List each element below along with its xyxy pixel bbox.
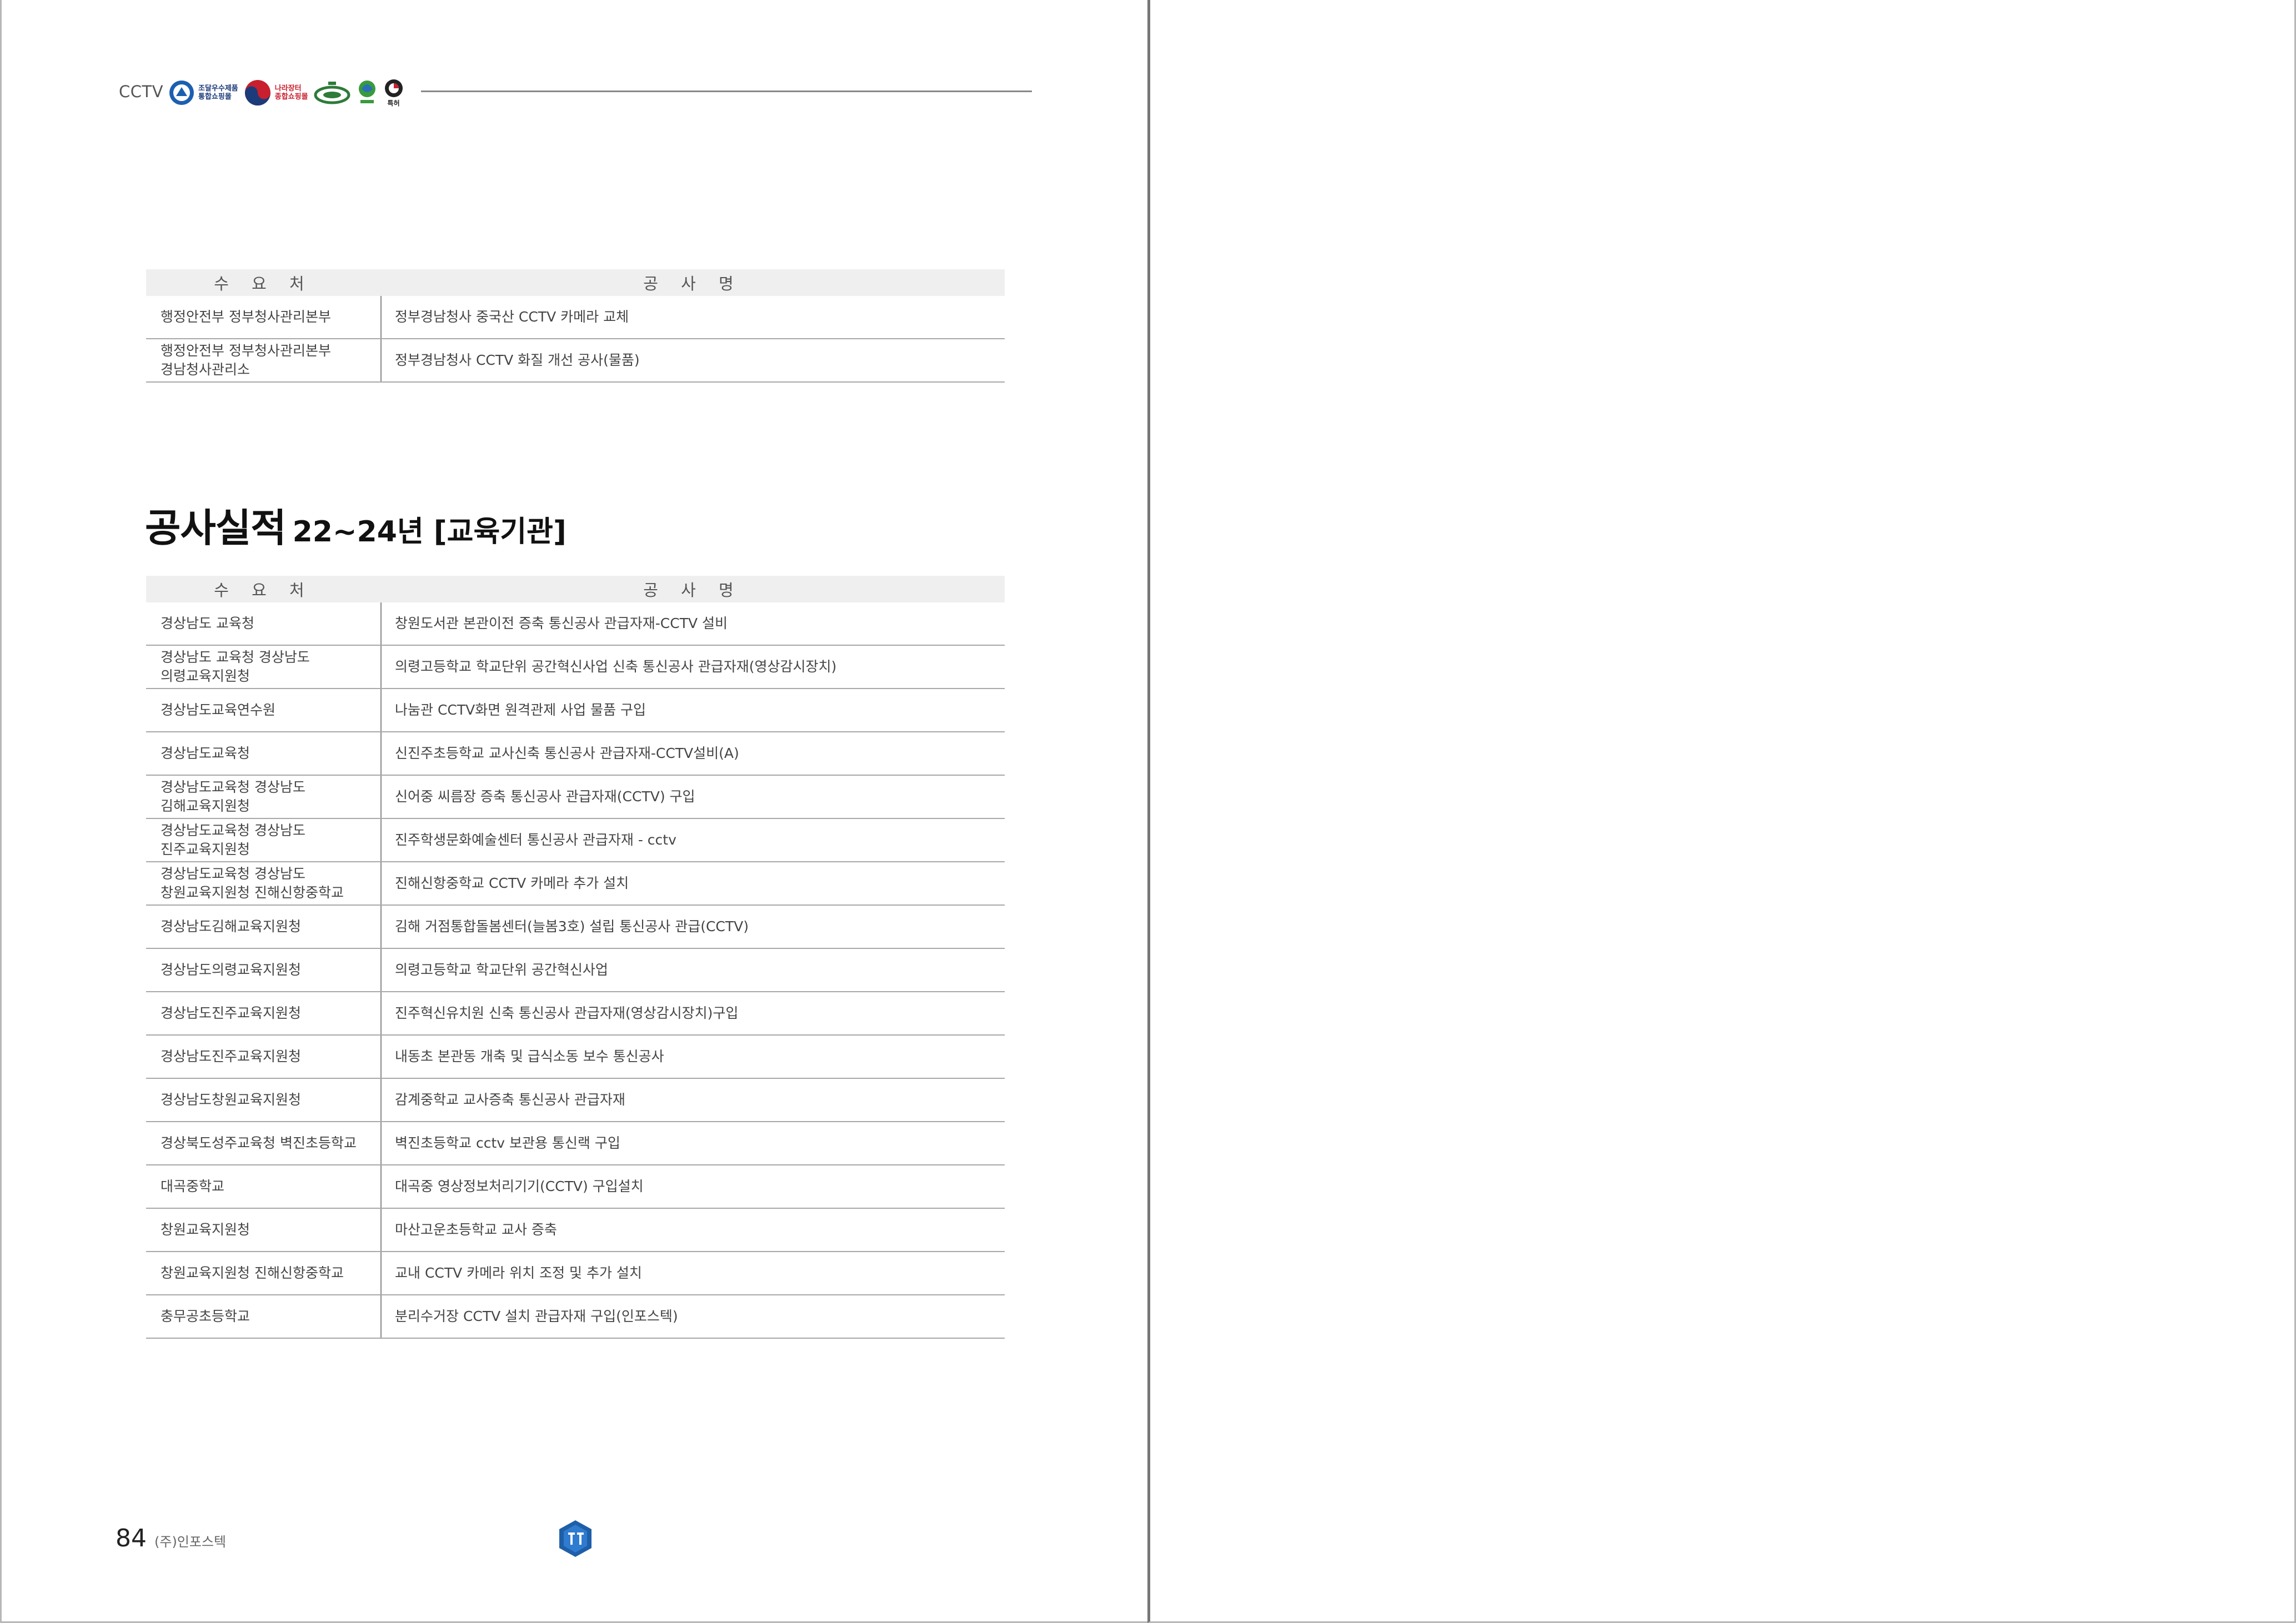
table-row: 창원교육지원청 진해신항중학교 교내 CCTV 카메라 위치 조정 및 추가 설치 xyxy=(146,1252,1005,1295)
table-row: 경상북도성주교육청 벽진초등학교 벽진초등학교 cctv 보관용 통신랙 구입 xyxy=(146,1122,1005,1165)
government-projects-table: 수 요 처 공 사 명 행정안전부 정부청사관리본부 정부경남청사 중국산 CC… xyxy=(146,269,1005,383)
client-cell: 창원교육지원청 xyxy=(146,1208,382,1252)
project-cell: 진주혁신유치원 신축 통신공사 관급자재(영상감시장치)구입 xyxy=(381,992,1005,1036)
project-cell: 마산고운초등학교 교사 증축 xyxy=(381,1208,1005,1252)
client-cell: 경상남도창원교육지원청 xyxy=(146,1078,382,1122)
client-cell: 경상남도 교육청 xyxy=(146,602,382,646)
table-header-row: 수 요 처 공 사 명 xyxy=(146,576,1005,602)
client-cell: 경상남도교육연수원 xyxy=(146,689,382,732)
table-row: 경상남도김해교육지원청 김해 거점통합돌봄센터(늘봄3호) 설립 통신공사 관급(… xyxy=(146,905,1005,949)
logo-line: 나라장터 xyxy=(274,84,302,93)
project-cell: 창원도서관 본관이전 증축 통신공사 관급자재-CCTV 설비 xyxy=(381,602,1005,646)
project-cell: 감계중학교 교사증축 통신공사 관급자재 xyxy=(381,1078,1005,1122)
table-row: 경상남도창원교육지원청 감계중학교 교사증축 통신공사 관급자재 xyxy=(146,1078,1005,1122)
table-header-row: 수 요 처 공 사 명 xyxy=(146,269,1005,296)
section-title-main: 공사실적 xyxy=(145,505,287,551)
table-row: 창원교육지원청 마산고운초등학교 교사 증축 xyxy=(146,1208,1005,1252)
taegeuk-icon xyxy=(244,80,270,105)
table-row: 경상남도진주교육지원청 진주혁신유치원 신축 통신공사 관급자재(영상감시장치)구… xyxy=(146,992,1005,1036)
procurement-excellence-logo: 조달우수제품 통합쇼핑몰 xyxy=(168,79,238,106)
project-cell: 나눔관 CCTV화면 원격관제 사업 물품 구입 xyxy=(381,689,1005,732)
project-cell: 정부경남청사 중국산 CCTV 카메라 교체 xyxy=(381,296,1005,339)
project-cell: 의령고등학교 학교단위 공간혁신사업 신축 통신공사 관급자재(영상감시장치) xyxy=(381,645,1005,689)
left-page: CCTV 조달우수제품 통합쇼핑몰 나라장터 종합쇼핑몰 특허 수 요 처 공 … xyxy=(0,0,1147,1623)
table-row: 경상남도의령교육지원청 의령고등학교 학교단위 공간혁신사업 xyxy=(146,948,1005,992)
eco-label-icon xyxy=(358,81,375,103)
section-title-sub: 22~24년 [교육기관] xyxy=(292,515,567,549)
logo-line: 통합쇼핑몰 xyxy=(198,93,232,101)
project-cell: 대곡중 영상정보처리기기(CCTV) 구입설치 xyxy=(381,1165,1005,1209)
company-name: (주)인포스텍 xyxy=(154,1534,227,1550)
client-cell: 경상남도김해교육지원청 xyxy=(146,905,382,949)
certification-logos: 조달우수제품 통합쇼핑몰 나라장터 종합쇼핑몰 특허 xyxy=(168,75,404,110)
client-cell: 행정안전부 정부청사관리본부 경남청사관리소 xyxy=(146,339,382,383)
header-rule xyxy=(421,91,1032,92)
column-header-client: 수 요 처 xyxy=(146,269,381,296)
client-cell: 충무공초등학교 xyxy=(146,1295,382,1339)
header-label: CCTV xyxy=(119,82,164,101)
table-row: 대곡중학교 대곡중 영상정보처리기기(CCTV) 구입설치 xyxy=(146,1165,1005,1209)
patent-label: 특허 xyxy=(387,99,400,107)
client-cell: 경상남도교육청 경상남도 김해교육지원청 xyxy=(146,775,382,819)
project-cell: 김해 거점통합돌봄센터(늘봄3호) 설립 통신공사 관급(CCTV) xyxy=(381,905,1005,949)
project-cell: 신진주초등학교 교사신축 통신공사 관급자재-CCTV설비(A) xyxy=(381,732,1005,776)
table-row: 경상남도 교육청 창원도서관 본관이전 증축 통신공사 관급자재-CCTV 설비 xyxy=(146,602,1005,646)
project-cell: 내동초 본관동 개축 및 급식소동 보수 통신공사 xyxy=(381,1035,1005,1079)
table-row: 충무공초등학교 분리수거장 CCTV 설치 관급자재 구입(인포스텍) xyxy=(146,1295,1005,1339)
table-row: 행정안전부 정부청사관리본부 경남청사관리소 정부경남청사 CCTV 화질 개선… xyxy=(146,339,1005,383)
section-title: 공사실적 22~24년 [교육기관] xyxy=(145,497,567,553)
client-cell: 대곡중학교 xyxy=(146,1165,382,1209)
client-cell: 경상남도교육청 xyxy=(146,732,382,776)
company-emblem-icon xyxy=(559,1520,591,1557)
excellence-badge-icon xyxy=(169,81,194,105)
project-cell: 분리수거장 CCTV 설치 관급자재 구입(인포스텍) xyxy=(381,1295,1005,1339)
page-number: 84 xyxy=(116,1524,147,1552)
project-cell: 신어중 씨름장 증축 통신공사 관급자재(CCTV) 구입 xyxy=(381,775,1005,819)
project-cell: 정부경남청사 CCTV 화질 개선 공사(물품) xyxy=(381,339,1005,383)
table-row: 경상남도교육청 신진주초등학교 교사신축 통신공사 관급자재-CCTV설비(A) xyxy=(146,732,1005,776)
client-cell: 경상남도진주교육지원청 xyxy=(146,1035,382,1079)
project-cell: 교내 CCTV 카메라 위치 조정 및 추가 설치 xyxy=(381,1252,1005,1295)
right-page-blank xyxy=(1147,0,2296,1623)
table-row: 경상남도진주교육지원청 내동초 본관동 개축 및 급식소동 보수 통신공사 xyxy=(146,1035,1005,1079)
client-cell: 경상북도성주교육청 벽진초등학교 xyxy=(146,1122,382,1165)
client-cell: 경상남도 교육청 경상남도 의령교육지원청 xyxy=(146,645,382,689)
column-header-project: 공 사 명 xyxy=(381,576,1005,602)
table-row: 경상남도교육청 경상남도 김해교육지원청 신어중 씨름장 증축 통신공사 관급자재… xyxy=(146,775,1005,819)
project-cell: 의령고등학교 학교단위 공간혁신사업 xyxy=(381,948,1005,992)
project-cell: 벽진초등학교 cctv 보관용 통신랙 구입 xyxy=(381,1122,1005,1165)
table-row: 행정안전부 정부청사관리본부 정부경남청사 중국산 CCTV 카메라 교체 xyxy=(146,296,1005,339)
table-row: 경상남도교육청 경상남도 창원교육지원청 진해신항중학교 진해신항중학교 CCTV… xyxy=(146,862,1005,906)
green-certification-icon xyxy=(314,82,350,104)
logo-line: 조달우수제품 xyxy=(198,84,238,93)
project-cell: 진주학생문화예술센터 통신공사 관급자재 - cctv xyxy=(381,818,1005,862)
column-header-project: 공 사 명 xyxy=(381,269,1005,296)
column-header-client: 수 요 처 xyxy=(146,576,381,602)
education-projects-table: 수 요 처 공 사 명 경상남도 교육청 창원도서관 본관이전 증축 통신공사 관… xyxy=(146,576,1005,1339)
patent-icon xyxy=(384,79,403,97)
project-cell: 진해신항중학교 CCTV 카메라 추가 설치 xyxy=(381,862,1005,906)
patent-logo: 특허 xyxy=(384,78,404,108)
table-row: 경상남도 교육청 경상남도 의령교육지원청 의령고등학교 학교단위 공간혁신사업 … xyxy=(146,645,1005,689)
nara-market-logo: 나라장터 종합쇼핑몰 xyxy=(244,79,308,107)
client-cell: 경상남도의령교육지원청 xyxy=(146,948,382,992)
client-cell: 행정안전부 정부청사관리본부 xyxy=(146,296,382,339)
table-row: 경상남도교육청 경상남도 진주교육지원청 진주학생문화예술센터 통신공사 관급자재… xyxy=(146,818,1005,862)
client-cell: 경상남도진주교육지원청 xyxy=(146,992,382,1036)
client-cell: 창원교육지원청 진해신항중학교 xyxy=(146,1252,382,1295)
logo-line: 종합쇼핑몰 xyxy=(274,93,308,101)
table-row: 경상남도교육연수원 나눔관 CCTV화면 원격관제 사업 물품 구입 xyxy=(146,689,1005,732)
client-cell: 경상남도교육청 경상남도 진주교육지원청 xyxy=(146,818,382,862)
client-cell: 경상남도교육청 경상남도 창원교육지원청 진해신항중학교 xyxy=(146,862,382,906)
